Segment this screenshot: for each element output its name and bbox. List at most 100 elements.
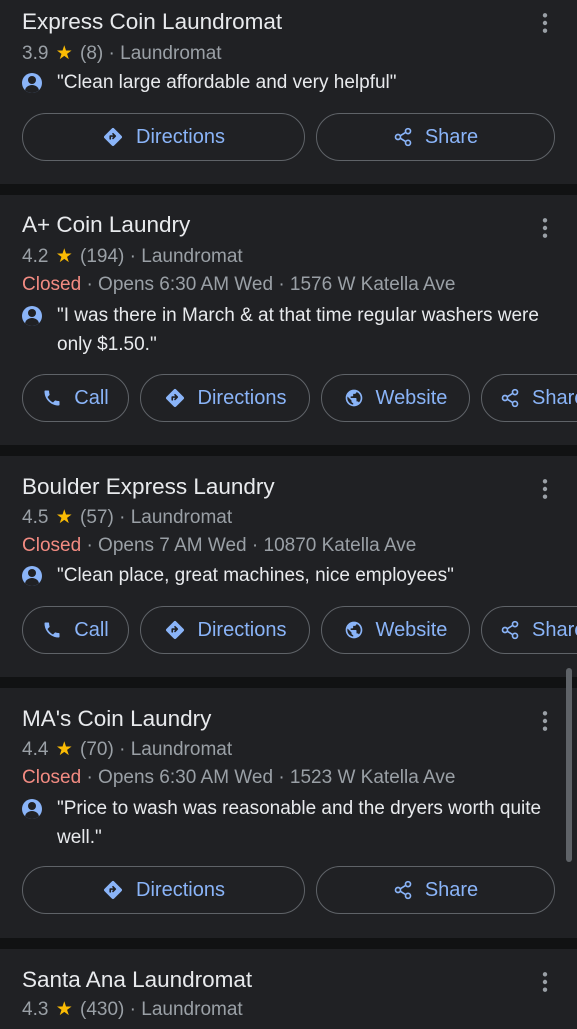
directions-icon (102, 126, 124, 148)
share-label: Share (424, 878, 479, 901)
result-card-santa-ana-laundromat[interactable]: Santa Ana Laundromat 4.3 ★ (430) · Laund… (0, 949, 577, 1029)
more-options-button[interactable] (535, 216, 555, 240)
review-snippet: "I was there in March & at that time reg… (22, 301, 557, 359)
avatar-icon (22, 73, 42, 93)
star-icon: ★ (55, 739, 73, 760)
share-button[interactable]: Share (316, 113, 555, 161)
more-options-button[interactable] (535, 709, 555, 733)
call-label: Call (74, 618, 109, 641)
review-text: "Price to wash was reasonable and the dr… (57, 798, 542, 848)
opening-hours: Opens 6:30 AM Wed (98, 274, 274, 295)
globe-icon (344, 388, 364, 408)
share-button[interactable]: Share (481, 606, 577, 654)
star-icon: ★ (55, 999, 73, 1020)
review-snippet: "Price to wash was reasonable and the dr… (22, 794, 557, 852)
share-button[interactable]: Share (316, 866, 555, 914)
place-category: Laundromat (130, 507, 233, 528)
review-count: (70) (80, 739, 114, 760)
more-options-button[interactable] (535, 477, 555, 501)
directions-label: Directions (136, 125, 225, 148)
separator: · (129, 246, 136, 267)
rating-line: 3.9 ★ (8) · Laundromat (22, 42, 222, 65)
directions-button[interactable]: Directions (22, 113, 305, 161)
share-label: Share (424, 125, 479, 148)
rating-value: 4.4 (22, 739, 49, 760)
review-snippet: "Clean place, great machines, nice emplo… (22, 561, 557, 590)
rating-value: 4.5 (22, 507, 49, 528)
globe-icon (344, 620, 364, 640)
result-card-mas-coin-laundry[interactable]: MA's Coin Laundry 4.4 ★ (70) · Laundroma… (0, 688, 577, 938)
open-status: Closed (22, 767, 82, 788)
place-address: 10870 Katella Ave (263, 535, 417, 556)
more-vert-icon (542, 710, 548, 732)
rating-value: 4.3 (22, 999, 49, 1020)
separator: · (119, 507, 126, 528)
phone-icon (42, 388, 62, 408)
place-category: Laundromat (141, 246, 243, 267)
more-vert-icon (542, 217, 548, 239)
separator: · (129, 999, 136, 1020)
call-button[interactable]: Call (22, 606, 129, 654)
more-vert-icon (542, 12, 548, 34)
open-status: Closed (22, 274, 82, 295)
separator: · (278, 767, 285, 788)
place-category: Laundromat (130, 739, 233, 760)
star-icon: ★ (55, 507, 73, 528)
directions-button[interactable]: Directions (22, 866, 305, 914)
call-button[interactable]: Call (22, 374, 129, 422)
call-label: Call (74, 386, 109, 409)
separator: · (86, 767, 93, 788)
open-status: Closed (22, 535, 82, 556)
place-category: Laundromat (120, 43, 222, 64)
directions-icon (164, 387, 186, 409)
avatar-icon (22, 306, 42, 326)
star-icon: ★ (55, 43, 73, 64)
place-address: 1523 W Katella Ave (289, 767, 456, 788)
place-address: 1576 W Katella Ave (289, 274, 456, 295)
place-name[interactable]: A+ Coin Laundry (22, 212, 190, 238)
separator: · (251, 535, 259, 556)
phone-icon (42, 620, 62, 640)
review-text: "Clean large affordable and very helpful… (57, 72, 397, 93)
share-icon (393, 127, 413, 147)
result-card-express-coin-laundromat[interactable]: Express Coin Laundromat 3.9 ★ (8) · Laun… (0, 0, 577, 184)
directions-button[interactable]: Directions (140, 374, 310, 422)
share-label: Share (532, 618, 577, 641)
rating-line: 4.5 ★ (57) · Laundromat (22, 506, 232, 529)
directions-icon (164, 619, 186, 641)
scrollbar[interactable] (566, 668, 572, 862)
share-label: Share (532, 386, 577, 409)
website-label: Website (375, 386, 448, 409)
result-card-a-plus-coin-laundry[interactable]: A+ Coin Laundry 4.2 ★ (194) · Laundromat… (0, 195, 577, 445)
hours-line: Closed · Opens 6:30 AM Wed · 1576 W Kate… (22, 274, 455, 296)
place-name[interactable]: Santa Ana Laundromat (22, 967, 252, 993)
place-name[interactable]: MA's Coin Laundry (22, 706, 211, 732)
more-options-button[interactable] (535, 11, 555, 35)
review-count: (57) (80, 507, 114, 528)
opening-hours: Opens 7 AM Wed (98, 535, 247, 556)
review-count: (430) (80, 999, 125, 1020)
hours-line: Closed · Opens 6:30 AM Wed · 1523 W Kate… (22, 767, 455, 789)
hours-line: Closed · Opens 7 AM Wed · 10870 Katella … (22, 535, 416, 557)
directions-button[interactable]: Directions (140, 606, 310, 654)
share-icon (500, 388, 520, 408)
place-name[interactable]: Express Coin Laundromat (22, 9, 282, 35)
star-icon: ★ (55, 246, 73, 267)
more-options-button[interactable] (535, 970, 555, 994)
result-card-boulder-express-laundry[interactable]: Boulder Express Laundry 4.5 ★ (57) · Lau… (0, 456, 577, 677)
review-text: "Clean place, great machines, nice emplo… (57, 565, 454, 586)
share-button[interactable]: Share (481, 374, 577, 422)
separator: · (119, 739, 126, 760)
review-text: "I was there in March & at that time reg… (57, 305, 539, 355)
place-name[interactable]: Boulder Express Laundry (22, 474, 275, 500)
directions-icon (102, 879, 124, 901)
separator: · (86, 274, 93, 295)
separator: · (108, 43, 115, 64)
share-icon (393, 880, 413, 900)
website-button[interactable]: Website (321, 606, 470, 654)
website-button[interactable]: Website (321, 374, 470, 422)
directions-label: Directions (136, 878, 225, 901)
avatar-icon (22, 799, 42, 819)
review-count: (8) (80, 43, 104, 64)
share-icon (500, 620, 520, 640)
